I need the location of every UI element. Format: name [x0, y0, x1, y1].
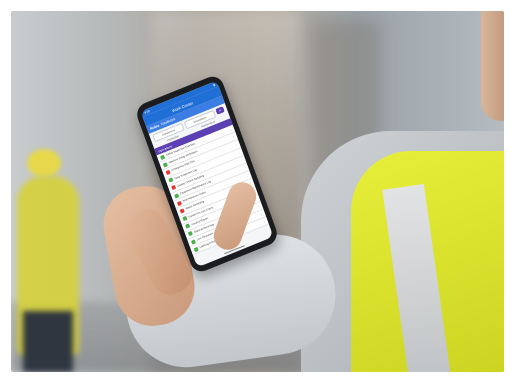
photo-frame: 9:30 ▮ Work Center Nokia TotalWork Depar… — [11, 11, 504, 372]
filter-menu-button[interactable]: ≡ — [215, 106, 225, 115]
task-status-icon — [162, 162, 168, 168]
chevron-right-icon: › — [232, 135, 235, 140]
task-status-icon — [182, 215, 188, 222]
chevron-right-icon: › — [229, 127, 232, 132]
chevron-right-icon: › — [260, 212, 263, 217]
background-worker-helmet — [27, 149, 61, 177]
chevron-right-icon: › — [235, 142, 238, 147]
task-status-icon — [193, 246, 199, 253]
task-status-icon — [159, 154, 166, 160]
battery-icon: ▮ — [212, 82, 216, 88]
background-worker-legs — [23, 311, 73, 372]
chevron-right-icon: › — [243, 165, 246, 171]
person-neck — [481, 11, 504, 121]
task-status-icon — [174, 192, 180, 199]
chevron-right-icon: › — [257, 204, 260, 209]
chevron-right-icon: › — [263, 219, 266, 224]
task-status-icon — [176, 200, 182, 206]
chevron-right-icon: › — [237, 150, 241, 155]
task-status-icon — [165, 169, 171, 176]
chevron-right-icon: › — [246, 173, 249, 178]
task-status-icon — [190, 239, 196, 245]
task-status-icon — [188, 231, 194, 237]
task-status-icon — [168, 177, 174, 183]
task-status-icon — [171, 185, 177, 191]
chevron-right-icon: › — [240, 158, 244, 163]
task-status-icon — [179, 208, 185, 214]
task-status-icon — [185, 223, 191, 229]
